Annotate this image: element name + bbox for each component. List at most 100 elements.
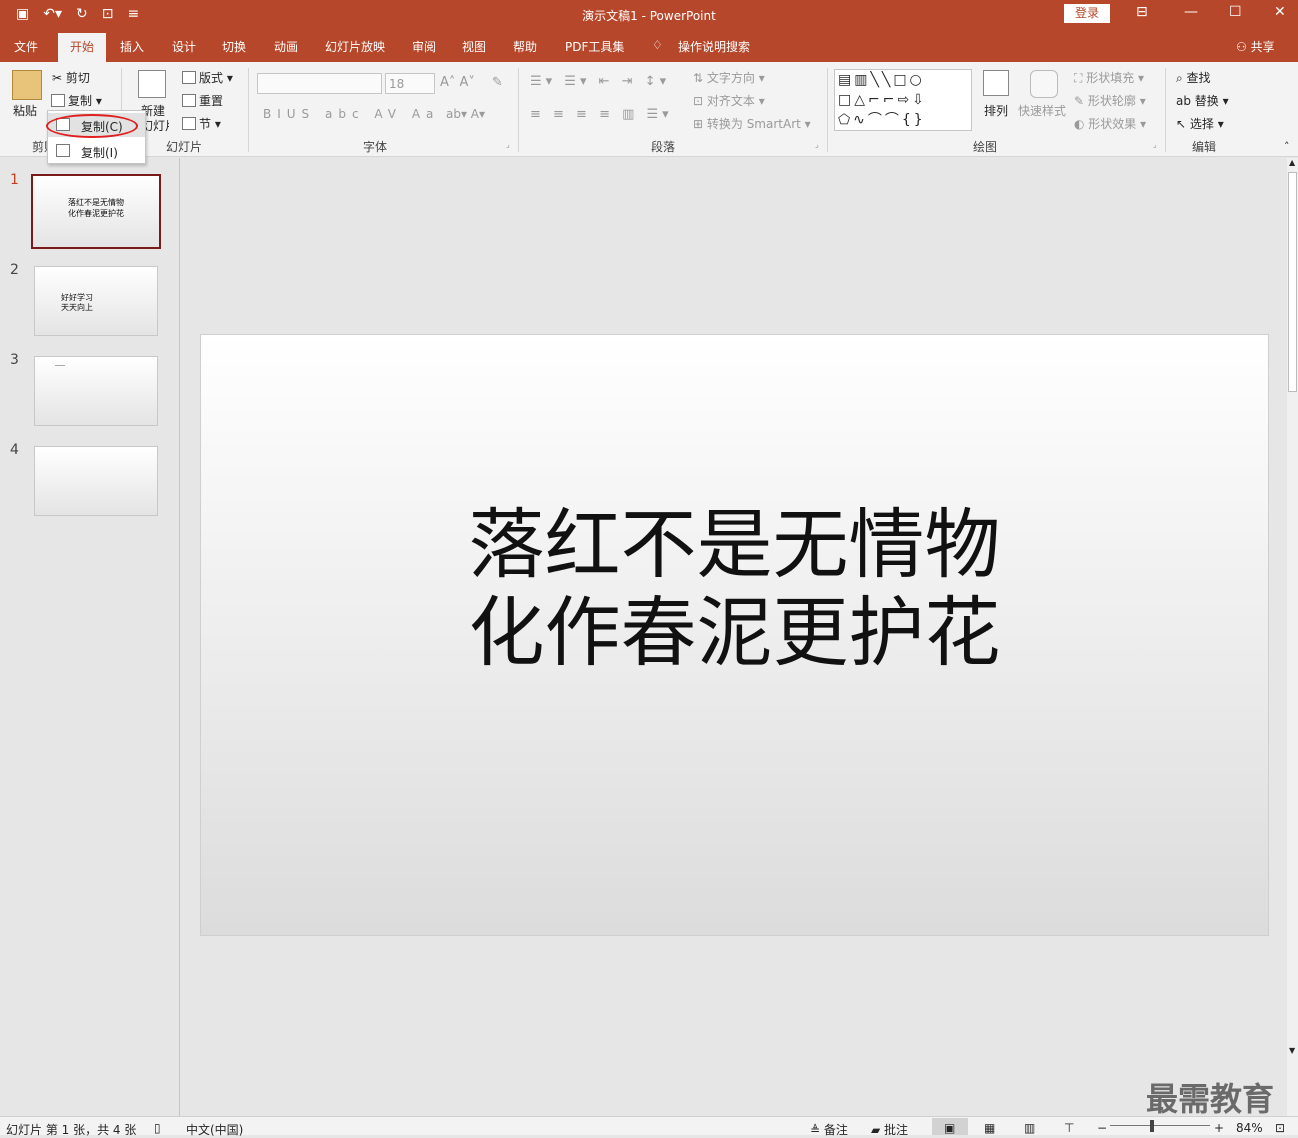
highlight-circle: [46, 114, 138, 138]
paste-button[interactable]: 粘贴: [13, 102, 37, 119]
close-icon[interactable]: ✕: [1274, 4, 1286, 20]
zoom-slider-thumb[interactable]: [1150, 1120, 1154, 1132]
font-size-combo[interactable]: 18: [385, 73, 435, 94]
tab-design[interactable]: 设计: [172, 38, 196, 55]
shapes-gallery[interactable]: ▤▥╲╲□○ □△⌐⌐⇨⇩ ⬠∿⌒⌒{}: [834, 69, 972, 131]
shape-outline-button[interactable]: ✎ 形状轮廓 ▾: [1074, 92, 1146, 109]
tab-help[interactable]: 帮助: [513, 38, 537, 55]
minimize-icon[interactable]: —: [1184, 4, 1198, 20]
copy-button[interactable]: 复制 ▾: [51, 92, 102, 109]
quick-styles-button[interactable]: 快速样式: [1018, 102, 1066, 119]
slide-thumbnail-2[interactable]: 好好学习 天天向上: [34, 266, 158, 336]
font-group-label: 字体: [363, 140, 388, 154]
scrollbar-thumb[interactable]: [1288, 172, 1297, 392]
zoom-slider[interactable]: [1110, 1125, 1210, 1126]
reading-view-icon[interactable]: ▥: [1024, 1121, 1035, 1135]
clear-format-icon[interactable]: ✎: [492, 75, 503, 90]
quick-styles-icon[interactable]: [1030, 70, 1058, 98]
tab-slideshow[interactable]: 幻灯片放映: [325, 38, 385, 55]
drawing-group-label: 绘图: [973, 140, 998, 154]
tab-file[interactable]: 文件: [14, 38, 38, 55]
tab-view[interactable]: 视图: [462, 38, 486, 55]
comments-button[interactable]: ▰ 批注: [871, 1121, 908, 1138]
arrange-button[interactable]: 排列: [984, 102, 1008, 119]
cursor-icon: ↖: [1176, 117, 1190, 131]
zoom-out-icon[interactable]: −: [1097, 1121, 1107, 1135]
chevron-down-icon[interactable]: ▾: [96, 94, 102, 108]
layout-icon: [182, 71, 196, 84]
shape-fill-button[interactable]: ⛶ 形状填充 ▾: [1074, 69, 1144, 86]
paste-icon[interactable]: [12, 70, 42, 100]
slideshow-icon[interactable]: ⊤: [1064, 1121, 1074, 1135]
slide-thumbnail-1[interactable]: 落红不是无情物 化作春泥更护花: [31, 174, 161, 249]
shape-effects-button[interactable]: ◐ 形状效果 ▾: [1074, 115, 1146, 132]
alignment-buttons[interactable]: ≡ ≡ ≡ ≡ ▥ ☰▾: [530, 107, 673, 122]
slide-thumbnail-3[interactable]: [34, 356, 158, 426]
thumb-placeholder-mark: [55, 365, 65, 366]
group-divider: [518, 68, 519, 152]
layout-button[interactable]: 版式 ▾: [182, 69, 233, 86]
pen-icon: ✎: [1074, 94, 1088, 108]
replace-button[interactable]: ab 替换 ▾: [1176, 92, 1229, 109]
dialog-launcher-icon[interactable]: ⌟: [506, 140, 510, 149]
tell-me-search[interactable]: 操作说明搜索: [678, 38, 750, 55]
arrange-icon[interactable]: [983, 70, 1009, 96]
ribbon: 粘贴 ✂ 剪切 复制 ▾ 剪贴板 新建 幻灯片 版式 ▾ 重置 节 ▾ 幻灯片 …: [0, 62, 1298, 172]
fit-to-window-icon[interactable]: ⊡: [1275, 1121, 1285, 1135]
spellcheck-icon[interactable]: ▯: [154, 1121, 161, 1135]
menu-item-copy[interactable]: 复制(C): [46, 113, 145, 138]
scroll-down-icon[interactable]: ▼: [1289, 1046, 1295, 1055]
watermark-logo: 最需教育: [1146, 1080, 1275, 1118]
zoom-in-icon[interactable]: +: [1214, 1121, 1224, 1135]
vertical-scrollbar[interactable]: ▲ ▼: [1287, 158, 1298, 1116]
paint-bucket-icon: ⛶: [1074, 71, 1087, 85]
notes-button[interactable]: ≜ 备注: [810, 1121, 848, 1138]
thumb-line: 天天向上: [61, 303, 93, 312]
list-indent-buttons[interactable]: ☰▾ ☰▾ ⇤ ⇥ ↕▾: [530, 74, 670, 89]
font-style-buttons[interactable]: BIUS abc AV Aa: [263, 107, 439, 121]
cut-button[interactable]: ✂ 剪切: [52, 69, 90, 86]
reset-button[interactable]: 重置: [182, 92, 223, 109]
tab-animations[interactable]: 动画: [274, 38, 298, 55]
slide-title[interactable]: 落红不是无情物 化作春泥更护花: [201, 501, 1268, 677]
select-button[interactable]: ↖ 选择 ▾: [1176, 115, 1224, 132]
new-slide-icon[interactable]: [138, 70, 166, 98]
status-bar: 幻灯片 第 1 张，共 4 张 ▯ 中文(中国) ≜ 备注 ▰ 批注 ▣ ▦ ▥…: [0, 1116, 1298, 1138]
dialog-launcher-icon[interactable]: ⌟: [1153, 140, 1157, 149]
tab-review[interactable]: 审阅: [412, 38, 436, 55]
tab-insert[interactable]: 插入: [120, 38, 144, 55]
smartart-button[interactable]: ⊞ 转换为 SmartArt ▾: [693, 115, 811, 132]
slide-number: 3: [10, 352, 19, 368]
scroll-up-icon[interactable]: ▲: [1289, 158, 1295, 167]
find-button[interactable]: ⌕ 查找: [1176, 69, 1211, 86]
highlight-color-icon[interactable]: ab▾ A▾: [446, 107, 485, 121]
slide-thumbnail-4[interactable]: [34, 446, 158, 516]
thumb-line: 化作春泥更护花: [68, 209, 124, 218]
lightbulb-icon: ♢: [652, 38, 663, 52]
zoom-level[interactable]: 84%: [1236, 1121, 1263, 1135]
replace-icon: ab: [1176, 94, 1195, 108]
maximize-icon[interactable]: ☐: [1229, 4, 1242, 20]
text-direction-button[interactable]: ⇅ 文字方向 ▾: [693, 69, 765, 86]
font-grow-icon[interactable]: A˄ A˅: [440, 75, 475, 90]
section-button[interactable]: 节 ▾: [182, 115, 221, 132]
tab-home[interactable]: 开始: [58, 33, 107, 62]
slide-info: 幻灯片 第 1 张，共 4 张: [6, 1123, 137, 1137]
duplicate-icon: [56, 144, 70, 157]
dialog-launcher-icon[interactable]: ⌟: [815, 140, 819, 149]
language-indicator[interactable]: 中文(中国): [186, 1121, 243, 1138]
text-direction-icon: ⇅: [693, 71, 707, 85]
smartart-icon: ⊞: [693, 117, 707, 131]
share-button[interactable]: ⚇ 共享: [1236, 38, 1275, 55]
login-button[interactable]: 登录: [1064, 4, 1110, 23]
slide-canvas[interactable]: 落红不是无情物 化作春泥更护花: [200, 334, 1269, 936]
menu-item-duplicate[interactable]: 复制(I): [48, 139, 145, 163]
slide-line-1: 落红不是无情物: [468, 500, 1001, 589]
font-name-combo[interactable]: [257, 73, 382, 94]
tab-transitions[interactable]: 切换: [222, 38, 246, 55]
tab-pdf-tools[interactable]: PDF工具集: [565, 38, 624, 55]
slide-sorter-icon[interactable]: ▦: [984, 1121, 995, 1135]
align-text-button[interactable]: ⊡ 对齐文本 ▾: [693, 92, 765, 109]
collapse-ribbon-icon[interactable]: ˄: [1284, 140, 1290, 153]
ribbon-display-icon[interactable]: ⊟: [1136, 4, 1148, 20]
